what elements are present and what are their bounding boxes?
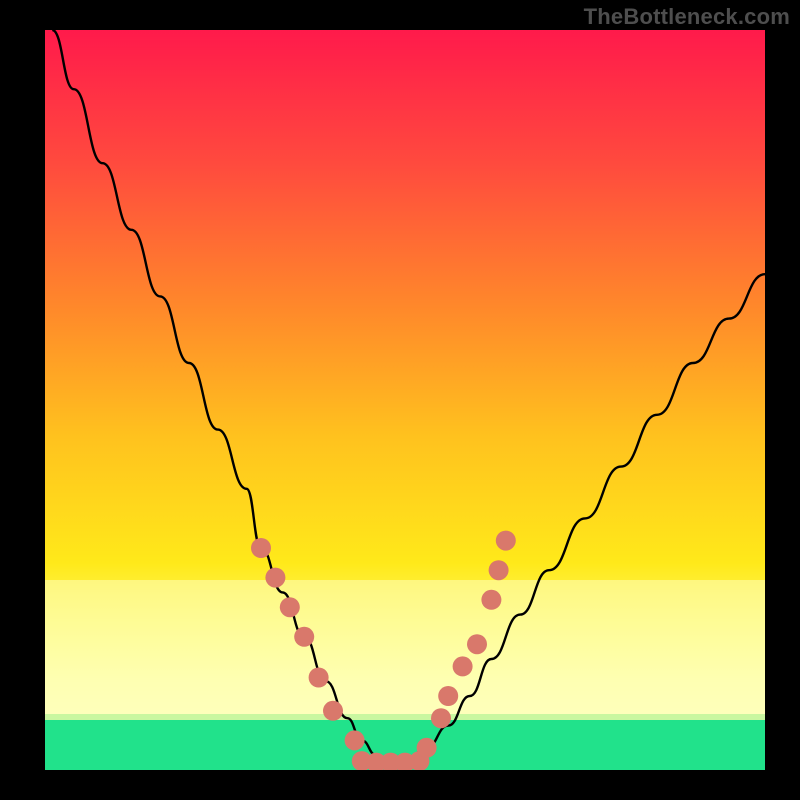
chart-container: { "watermark": { "text": "TheBottleneck.… [0, 0, 800, 800]
highlight-dot [481, 590, 501, 610]
highlight-dot [265, 568, 285, 588]
frame-right [765, 0, 800, 800]
highlight-dot [323, 701, 343, 721]
highlight-dot [431, 708, 451, 728]
highlight-dot [489, 560, 509, 580]
yellow-band [45, 580, 765, 720]
frame-left [0, 0, 45, 800]
frame-bottom [0, 770, 800, 800]
highlight-dot [309, 668, 329, 688]
highlight-dot [467, 634, 487, 654]
chart-svg [0, 0, 800, 800]
highlight-dot [294, 627, 314, 647]
highlight-dot [251, 538, 271, 558]
green-edge [45, 714, 765, 720]
highlight-dot [453, 656, 473, 676]
highlight-dot [345, 730, 365, 750]
highlight-dot [438, 686, 458, 706]
highlight-dot [280, 597, 300, 617]
highlight-dot [496, 531, 516, 551]
highlight-dot [417, 738, 437, 758]
watermark: TheBottleneck.com [584, 4, 790, 30]
